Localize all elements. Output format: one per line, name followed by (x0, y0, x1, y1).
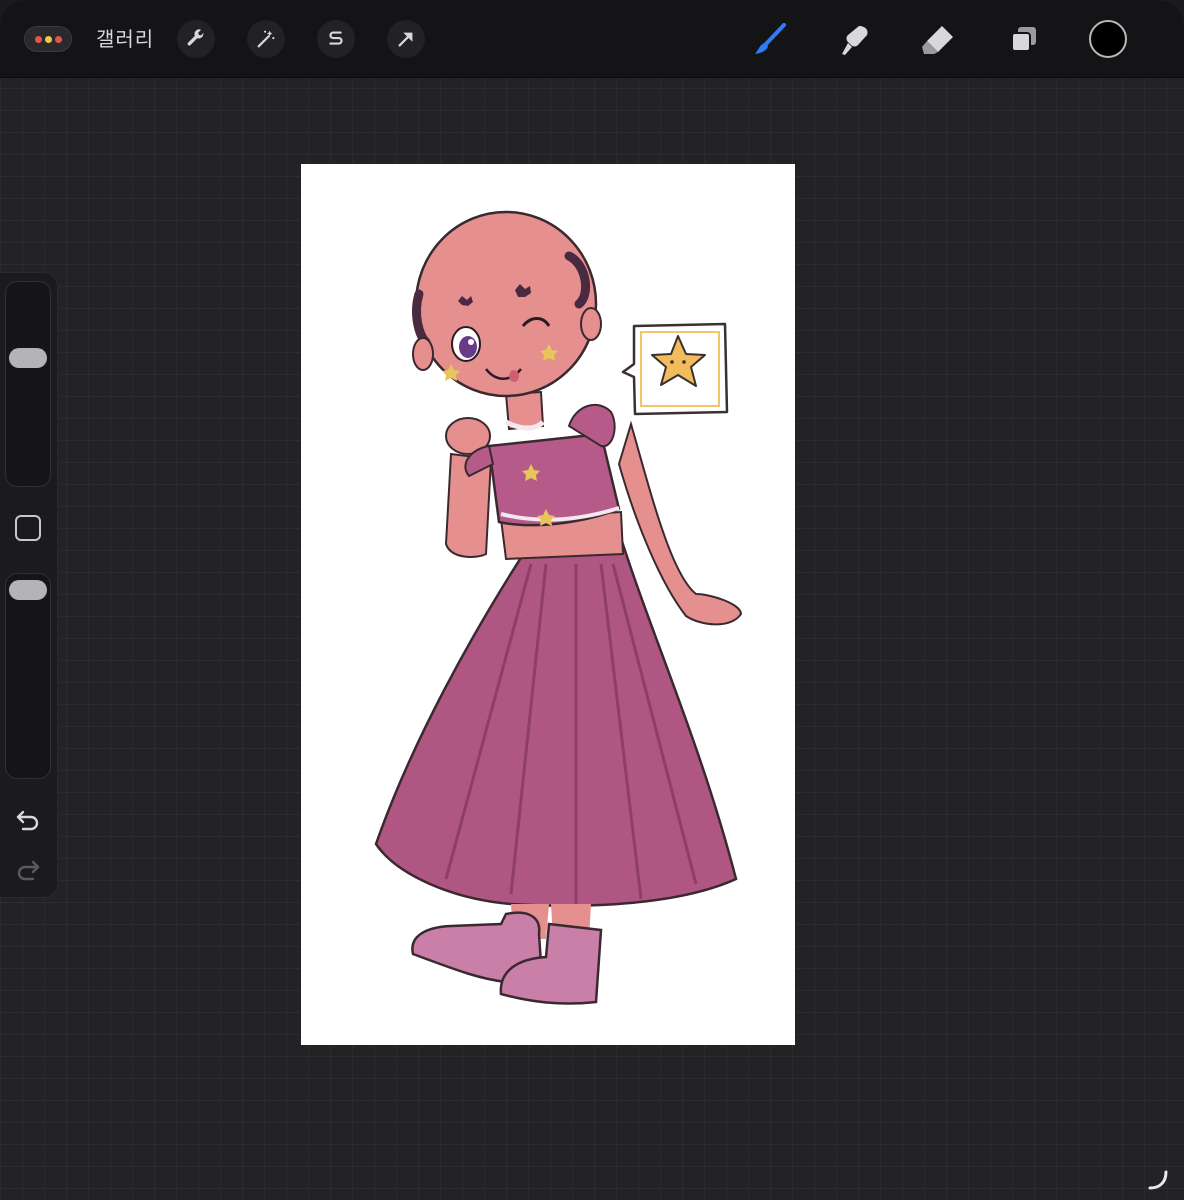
brush-size-slider[interactable] (5, 281, 51, 487)
gallery-button[interactable]: 갤러리 (96, 26, 154, 52)
character-head (412, 210, 602, 398)
redo-button[interactable] (14, 856, 42, 884)
wrench-icon (187, 29, 204, 46)
undo-button[interactable] (14, 806, 42, 834)
transform-button[interactable] (387, 20, 425, 58)
eraser-icon (922, 26, 953, 54)
actions-button[interactable] (177, 20, 215, 58)
magic-wand-icon (257, 30, 275, 48)
layers-button[interactable] (1002, 18, 1046, 62)
layers-icon (1011, 27, 1036, 52)
drawing-canvas[interactable] (301, 164, 795, 1045)
brush-icon (755, 23, 786, 54)
color-picker-button[interactable] (1089, 20, 1127, 58)
selection-button[interactable] (317, 20, 355, 58)
opacity-thumb[interactable] (9, 580, 47, 600)
selection-s-icon (329, 31, 343, 45)
procreate-window: 갤러리 (0, 0, 1184, 1200)
left-sidebar (0, 272, 58, 898)
erase-tool-button[interactable] (916, 18, 960, 62)
undo-icon (16, 810, 39, 831)
smudge-tool-button[interactable] (832, 18, 876, 62)
resize-handle-icon[interactable] (1146, 1168, 1170, 1192)
paint-tool-button[interactable] (748, 18, 792, 62)
smudge-icon (842, 26, 868, 55)
redo-icon (17, 860, 40, 881)
modify-button[interactable] (15, 515, 41, 541)
character-illustration (374, 210, 743, 1005)
transform-arrow-icon (398, 32, 413, 47)
star-speech-bubble (621, 322, 729, 416)
opacity-slider[interactable] (5, 573, 51, 779)
boots (411, 911, 603, 1005)
top-toolbar: 갤러리 (0, 0, 1184, 78)
brush-size-thumb[interactable] (9, 348, 47, 368)
adjustments-button[interactable] (247, 20, 285, 58)
more-menu-button[interactable] (24, 26, 72, 52)
